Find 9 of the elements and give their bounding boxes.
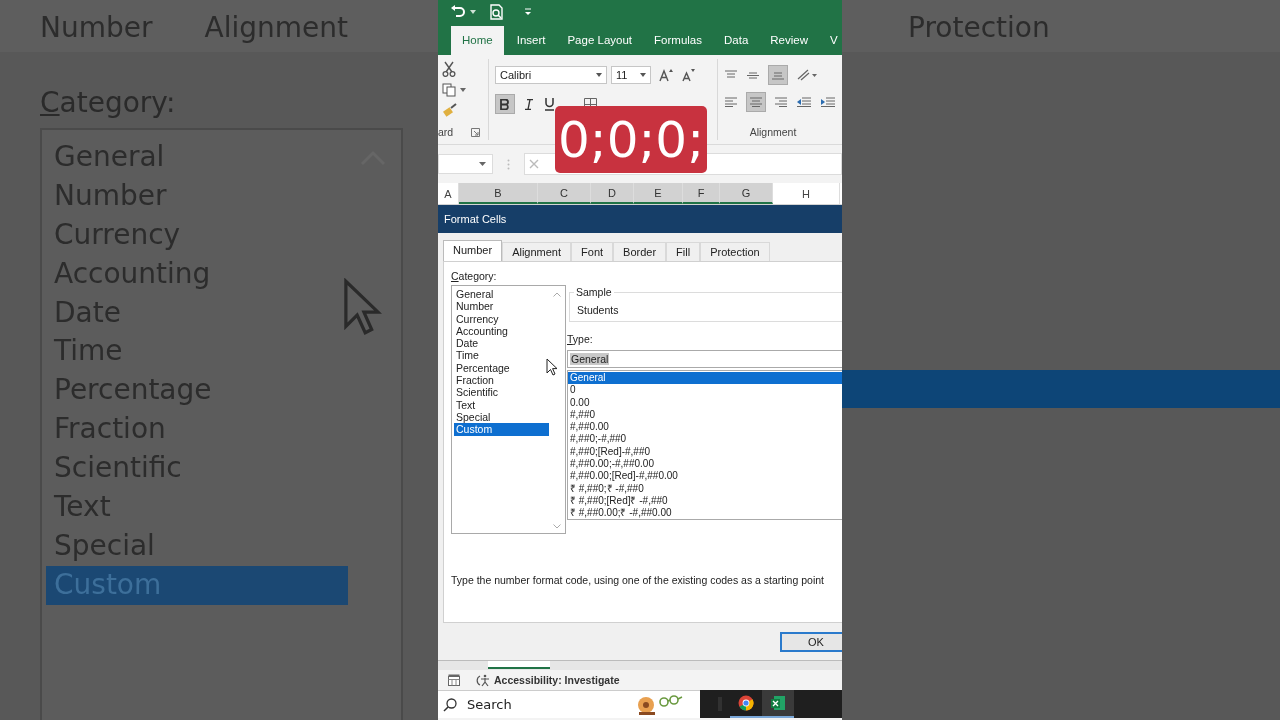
group-label: Alignment (748, 126, 798, 140)
description-text: Type the number format code, using one of the existing codes as a starting point (451, 573, 825, 588)
sample-label: Sample (574, 286, 614, 298)
type-label: Type: (567, 333, 594, 345)
group-label: ard (438, 126, 454, 138)
caption-overlay: 0;0;0; (555, 106, 707, 173)
dialog-title: Format Cells (438, 205, 842, 233)
category-label: Category: (451, 270, 498, 282)
sample-value: Students (577, 303, 619, 316)
